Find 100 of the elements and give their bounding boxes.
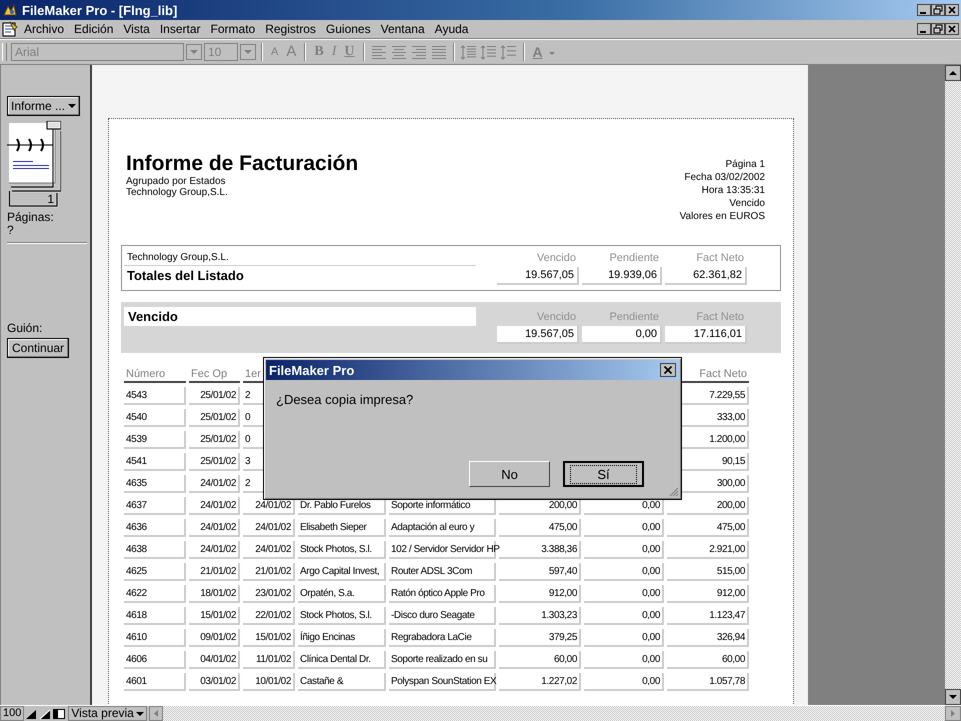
vertical-scrollbar[interactable] [945,65,961,705]
continue-button[interactable]: Continuar [7,338,70,358]
column-header: Vencido [536,251,577,266]
menu-item[interactable]: Guiones [322,22,375,36]
table-cell: 24/01/02 [243,541,295,559]
double-spacing-icon[interactable] [500,44,518,60]
menu-item[interactable]: Ayuda [430,22,472,36]
table-cell: 4622 [124,585,186,603]
table-cell: 60,00 [667,651,749,669]
report-info: Página 1 [724,158,765,171]
mode-menu[interactable]: Informe ... [7,96,80,116]
table-cell: 24/01/02 [189,519,240,537]
scroll-up-button[interactable] [945,65,961,81]
table-cell: 4606 [124,651,186,669]
caret-icon [68,103,76,109]
pages-count: ? [7,224,14,237]
table-cell: 60,00 [499,651,581,669]
table-cell: Adaptación al euro y [389,519,496,537]
restore-button[interactable] [931,23,945,35]
table-cell: 0,00 [584,607,664,625]
table-cell: 11/01/02 [243,651,295,669]
report-info: Fecha 03/02/2002 [683,171,765,184]
zoom-level[interactable]: 100 [0,706,24,721]
resize-grip-icon[interactable] [667,485,679,497]
table-cell: 21/01/02 [189,563,240,581]
table-cell: 0,00 [584,651,664,669]
table-cell: 4635 [124,475,186,493]
table-cell: Castañe & [298,673,386,691]
column-header: Número [124,366,186,383]
column-header: Fact Neto [695,310,745,324]
total-value: 0,00 [582,326,662,344]
table-cell: 3.388,36 [499,541,581,559]
report-info: Vencido [728,197,765,210]
table-cell: 0,00 [584,519,664,537]
table-cell: 03/01/02 [189,673,240,691]
align-center-icon[interactable] [390,44,408,60]
table-cell: 4610 [124,629,186,647]
minimize-button[interactable] [917,4,931,16]
menu-item[interactable]: Edición [70,22,118,36]
table-cell: 25/01/02 [189,453,240,471]
menu-item[interactable]: Ventana [376,22,429,36]
table-cell: 04/01/02 [189,651,240,669]
table-cell: 15/01/02 [243,629,295,647]
table-cell: Router ADSL 3Com [389,563,496,581]
table-cell: 22/01/02 [243,607,295,625]
menu-item[interactable]: Registros [261,22,320,36]
table-cell: -Disco duro Seagate [389,607,496,625]
table-cell: 0,00 [584,673,664,691]
table-cell: Stock Photos, S.l. [298,541,386,559]
table-cell: 25/01/02 [189,431,240,449]
company-name: Technology Group,S.L. [124,250,476,266]
total-value: 19.567,05 [497,266,579,284]
column-header: Vencido [536,310,577,324]
group-label: Vencido [124,307,476,326]
mode-dropdown[interactable]: Vista previa [68,706,147,721]
document-icon[interactable] [2,21,18,37]
status-area-icon[interactable] [52,706,66,720]
table-cell: 25/01/02 [189,409,240,427]
menu-item[interactable]: Vista [119,22,154,36]
single-spacing-icon[interactable] [460,44,478,60]
column-header: Pendiente [608,310,660,324]
table-cell: 23/01/02 [243,585,295,603]
table-cell: 4601 [124,673,186,691]
close-button[interactable] [945,4,959,16]
table-cell: 0,00 [584,585,664,603]
table-cell: 10/01/02 [243,673,295,691]
table-cell: 475,00 [499,519,581,537]
menu-item[interactable]: Insertar [156,22,205,36]
align-left-icon[interactable] [370,44,388,60]
one-half-spacing-icon[interactable] [480,44,498,60]
book-icon[interactable] [7,121,61,207]
table-cell: 21/01/02 [243,563,295,581]
table-cell: 15/01/02 [189,607,240,625]
table-cell: 4618 [124,607,186,625]
scroll-left-button[interactable] [148,706,163,721]
company-name: Technology Group,S.L. [126,187,229,198]
table-cell: Soporte realizado en su [389,651,496,669]
dropdown-button[interactable] [240,44,256,60]
scroll-down-button[interactable] [945,689,961,705]
justify-icon[interactable] [430,44,448,60]
confirm-button[interactable]: Sí [563,461,644,487]
close-button[interactable] [660,363,676,377]
table-cell: 597,40 [499,563,581,581]
table-cell: 515,00 [667,563,749,581]
table-cell: 4638 [124,541,186,559]
cancel-button[interactable]: No [469,461,550,487]
table-cell: 1.057,78 [667,673,749,691]
dropdown-button[interactable] [186,44,202,60]
table-cell: 4543 [124,387,186,405]
menu-item[interactable]: Formato [206,22,260,36]
close-button[interactable] [945,23,959,35]
table-cell: 18/01/02 [189,585,240,603]
restore-button[interactable] [931,4,945,16]
menu-item[interactable]: Archivo [20,22,68,36]
table-cell: 379,25 [499,629,581,647]
total-value: 19.939,06 [582,266,662,284]
report-title: Informe de Facturación [126,152,358,176]
align-right-icon[interactable] [410,44,428,60]
minimize-button[interactable] [917,23,931,35]
report-subtitle: Agrupado por Estados [126,176,227,187]
